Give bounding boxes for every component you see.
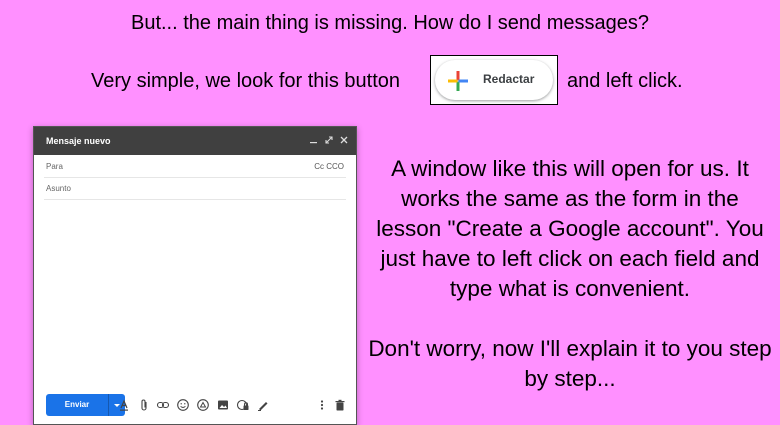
compose-toolbar: Enviar (34, 386, 356, 424)
emoji-icon[interactable] (176, 398, 190, 412)
cc-bcc-link[interactable]: Cc CCO (314, 162, 344, 171)
signature-icon[interactable] (256, 398, 270, 412)
compose-window: Mensaje nuevo Para Cc CCO Asunto Enviar (33, 126, 357, 425)
compose-window-header: Mensaje nuevo (34, 127, 356, 155)
to-field[interactable]: Para Cc CCO (44, 156, 346, 178)
confidential-icon[interactable] (236, 398, 250, 412)
compose-button-screenshot: Redactar (430, 55, 558, 105)
explanation-text: A window like this will open for us. It … (368, 154, 772, 394)
compose-window-title: Mensaje nuevo (46, 136, 111, 146)
link-icon[interactable] (156, 398, 170, 412)
subject-field[interactable]: Asunto (44, 178, 346, 200)
explanation-paragraph-1: A window like this will open for us. It … (376, 156, 764, 301)
expand-icon[interactable] (323, 134, 335, 146)
heading-question: But... the main thing is missing. How do… (130, 12, 650, 34)
message-body[interactable] (44, 203, 346, 383)
intro-text-left: Very simple, we look for this button (91, 70, 401, 92)
attach-icon[interactable] (137, 398, 151, 412)
subject-placeholder: Asunto (46, 184, 71, 193)
close-icon[interactable] (338, 134, 350, 146)
colored-plus-icon (447, 70, 469, 92)
explanation-paragraph-2: Don't worry, now I'll explain it to you … (368, 336, 772, 391)
minimize-icon[interactable] (308, 134, 320, 146)
compose-button-label: Redactar (483, 72, 535, 86)
trash-icon[interactable] (333, 398, 347, 412)
drive-icon[interactable] (196, 398, 210, 412)
intro-text-right: and left click. (567, 70, 683, 92)
photo-icon[interactable] (216, 398, 230, 412)
send-button[interactable]: Enviar (46, 394, 108, 416)
more-options-icon[interactable] (315, 398, 329, 412)
format-text-icon[interactable] (117, 398, 131, 412)
compose-button[interactable]: Redactar (435, 60, 553, 100)
to-placeholder: Para (46, 162, 63, 171)
